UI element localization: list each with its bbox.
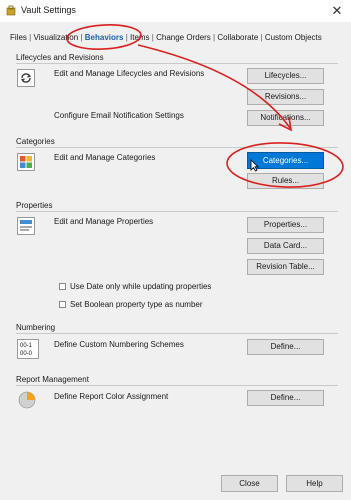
numbering-icon-text-top: 00-1 xyxy=(20,343,33,349)
section-divider xyxy=(16,385,338,386)
refresh-cycle-icon xyxy=(17,69,35,87)
categories-grid-icon xyxy=(17,153,35,171)
tab-visualization[interactable]: Visualization xyxy=(33,33,78,42)
close-window-icon[interactable]: ✕ xyxy=(328,2,346,20)
numbering-define-button[interactable]: Define... xyxy=(247,339,324,355)
tab-bar: Files | Visualization | Behaviors | Item… xyxy=(10,33,322,42)
report-define-button[interactable]: Define... xyxy=(247,390,324,406)
notifications-button[interactable]: Notifications... xyxy=(247,110,324,126)
tab-separator: | xyxy=(125,33,128,42)
use-date-only-label: Use Date only while updating properties xyxy=(70,282,212,291)
boolean-as-number-label: Set Boolean property type as number xyxy=(70,300,203,309)
tab-items[interactable]: Items xyxy=(130,33,150,42)
tab-separator: | xyxy=(151,33,154,42)
numbering-icon-text-bottom: 00-0 xyxy=(20,351,33,357)
properties-description: Edit and Manage Properties xyxy=(54,217,154,226)
report-description: Define Report Color Assignment xyxy=(54,392,169,401)
lifecycles-button[interactable]: Lifecycles... xyxy=(247,68,324,84)
revisions-button[interactable]: Revisions... xyxy=(247,89,324,105)
tab-custom-objects[interactable]: Custom Objects xyxy=(265,33,322,42)
section-divider xyxy=(16,333,338,334)
properties-button[interactable]: Properties... xyxy=(247,217,324,233)
vault-app-icon xyxy=(6,5,16,16)
section-title-report-management: Report Management xyxy=(16,375,89,384)
pie-chart-icon xyxy=(18,391,36,409)
section-divider xyxy=(16,147,338,148)
lifecycles-description: Edit and Manage Lifecycles and Revisions xyxy=(54,69,205,78)
boolean-as-number-checkbox[interactable] xyxy=(59,301,66,308)
section-title-properties: Properties xyxy=(16,201,53,210)
categories-description: Edit and Manage Categories xyxy=(54,153,156,162)
section-title-categories: Categories xyxy=(16,137,55,146)
tab-separator: | xyxy=(29,33,32,42)
revision-table-button[interactable]: Revision Table... xyxy=(247,259,324,275)
tab-separator: | xyxy=(80,33,83,42)
close-button[interactable]: Close xyxy=(221,475,278,492)
window-title: Vault Settings xyxy=(21,5,76,15)
section-title-numbering: Numbering xyxy=(16,323,56,332)
tab-change-orders[interactable]: Change Orders xyxy=(156,33,211,42)
section-divider xyxy=(16,63,338,64)
help-button[interactable]: Help xyxy=(286,475,343,492)
tab-separator: | xyxy=(213,33,216,42)
tab-behaviors[interactable]: Behaviors xyxy=(85,33,124,42)
tab-files[interactable]: Files xyxy=(10,33,27,42)
numbering-scheme-icon: 00-1 00-0 xyxy=(17,339,39,359)
numbering-description: Define Custom Numbering Schemes xyxy=(54,340,184,349)
use-date-only-checkbox[interactable] xyxy=(59,283,66,290)
section-title-lifecycles: Lifecycles and Revisions xyxy=(16,53,104,62)
mouse-cursor-icon xyxy=(250,159,259,172)
properties-form-icon xyxy=(17,217,35,235)
rules-button[interactable]: Rules... xyxy=(247,173,324,189)
email-notification-label: Configure Email Notification Settings xyxy=(54,111,184,120)
tab-collaborate[interactable]: Collaborate xyxy=(217,33,258,42)
section-divider xyxy=(16,211,338,212)
data-card-button[interactable]: Data Card... xyxy=(247,238,324,254)
tab-separator: | xyxy=(260,33,263,42)
